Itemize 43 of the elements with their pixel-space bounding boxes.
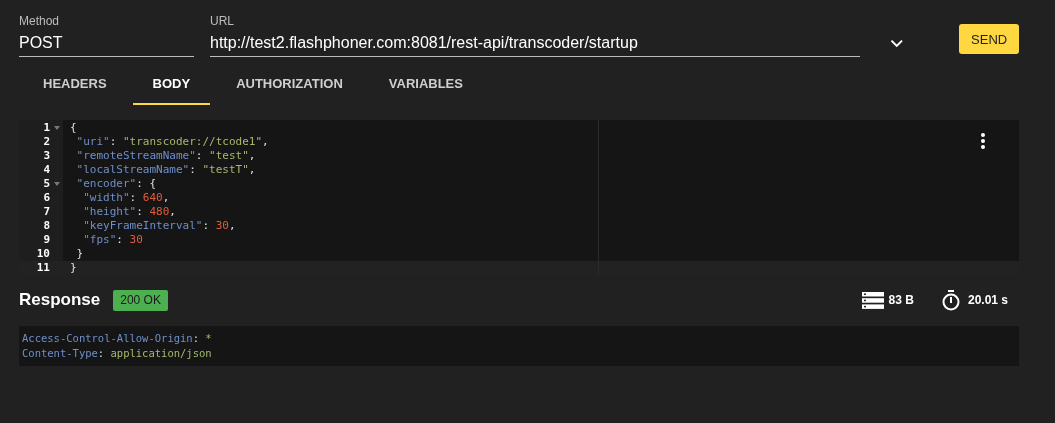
more-menu-icon[interactable] — [980, 133, 986, 149]
tab[interactable]: AUTHORIZATION — [216, 66, 363, 105]
line-number: 3 — [43, 149, 50, 163]
fold-arrow-icon[interactable] — [53, 125, 61, 131]
line-number: 10 — [36, 247, 50, 261]
line-number: 5 — [43, 177, 50, 191]
tab[interactable]: HEADERS — [23, 66, 127, 105]
fold-arrow-icon[interactable] — [53, 181, 61, 187]
line-number: 1 — [43, 121, 50, 135]
field-label: URL — [210, 14, 235, 28]
send-button[interactable]: SEND — [959, 24, 1019, 54]
line-number: 9 — [43, 233, 50, 247]
code-line: "fps": 30 — [82, 233, 143, 246]
response-size: 83 B — [888, 293, 914, 307]
response-header: Content-Type: application/json — [22, 346, 212, 361]
response-time: 20.01 s — [967, 293, 1008, 307]
tab[interactable]: BODY — [132, 66, 211, 105]
storage-icon — [861, 291, 884, 309]
line-number: 2 — [43, 135, 50, 149]
stopwatch-icon — [940, 289, 961, 311]
status-badge: 200 OK — [113, 289, 168, 311]
field-label: Method — [19, 14, 61, 28]
code-line: "remoteStreamName": "test", — [75, 149, 256, 162]
response-header: Access-Control-Allow-Origin: * — [22, 331, 212, 346]
line-number: 6 — [43, 191, 50, 205]
code-line: "width": 640, — [82, 191, 170, 204]
code-line: { — [70, 121, 77, 134]
code-line: } — [75, 247, 84, 260]
code-line: "localStreamName": "testT", — [75, 163, 256, 176]
tab[interactable]: VARIABLES — [368, 66, 483, 105]
code-line: "height": 480, — [82, 205, 176, 218]
line-number: 4 — [43, 163, 50, 177]
method-field[interactable]: POST — [19, 28, 194, 57]
code-line: "encoder": { — [75, 177, 157, 190]
code-line: "keyFrameInterval": 30, — [82, 219, 236, 232]
url-field[interactable]: http://test2.flashphoner.com:8081/rest-api/transcoder/startup — [210, 28, 860, 57]
line-number: 11 — [36, 261, 50, 275]
response-title: Response — [19, 290, 101, 310]
code-line: } — [70, 261, 77, 274]
code-line: "uri": "transcoder://tcode1", — [75, 135, 269, 148]
line-number: 7 — [43, 205, 50, 219]
line-number: 8 — [43, 219, 50, 233]
chevron-down-icon[interactable] — [889, 39, 904, 48]
